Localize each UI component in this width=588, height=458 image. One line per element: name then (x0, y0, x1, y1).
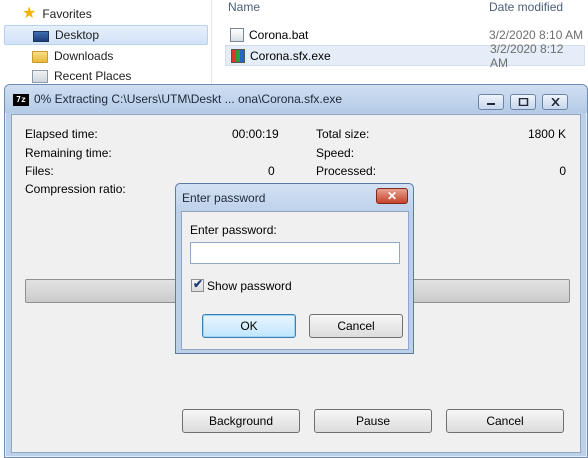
dialog-body: Enter password: ✔ Show password OK Cance… (181, 211, 409, 350)
files-label: Files: (25, 164, 54, 178)
checkmark-icon: ✔ (193, 277, 204, 291)
downloads-folder-icon (32, 51, 48, 63)
nav-item-favorites[interactable]: ★ Favorites (0, 4, 210, 24)
close-icon (551, 98, 560, 106)
column-header-name[interactable]: Name (228, 0, 260, 18)
nav-item-label: Favorites (42, 7, 92, 21)
close-icon: ✕ (387, 189, 398, 203)
nav-item-label: Desktop (55, 28, 100, 42)
seven-zip-icon: 7z (13, 94, 29, 106)
nav-item-label: Recent Places (54, 69, 132, 83)
show-password-checkbox[interactable]: ✔ (191, 277, 204, 292)
enter-password-dialog: Enter password ✕ Enter password: ✔ Show … (175, 183, 414, 354)
password-label: Enter password: (190, 223, 277, 237)
dialog-title-bar[interactable]: Enter password ✕ (176, 184, 413, 210)
title-bar[interactable]: 7z 0% Extracting C:\Users\UTM\Deskt ... … (5, 85, 587, 113)
password-input[interactable] (190, 242, 400, 264)
nav-item-recent-places[interactable]: Recent Places (0, 66, 210, 86)
desktop-icon (33, 30, 49, 42)
nav-item-desktop[interactable]: Desktop (4, 25, 208, 45)
minimize-icon (487, 103, 495, 105)
show-password-label[interactable]: Show password (207, 279, 292, 293)
total-size-value: 1800 K (527, 127, 566, 141)
compression-ratio-label: Compression ratio: (25, 182, 126, 196)
cancel-button[interactable]: Cancel (446, 409, 564, 433)
maximize-icon (518, 98, 529, 106)
explorer-window: ★ Favorites Desktop Downloads Recent Pla… (0, 0, 588, 90)
dialog-title: Enter password (182, 191, 266, 205)
nav-item-downloads[interactable]: Downloads (0, 46, 210, 66)
file-list: Name Date modified Corona.bat 3/2/2020 8… (213, 0, 588, 90)
navigation-pane: ★ Favorites Desktop Downloads Recent Pla… (0, 0, 212, 90)
pause-button[interactable]: Pause (314, 409, 432, 433)
nav-item-label: Downloads (54, 49, 114, 63)
file-name: Corona.bat (249, 27, 309, 42)
file-name: Corona.sfx.exe (250, 48, 331, 63)
minimize-button[interactable] (478, 94, 504, 110)
speed-label: Speed: (316, 146, 355, 160)
dialog-close-button[interactable]: ✕ (376, 188, 408, 204)
total-size-label: Total size: (316, 127, 370, 141)
close-button[interactable] (542, 94, 568, 110)
window-title: 0% Extracting C:\Users\UTM\Deskt ... ona… (34, 92, 343, 106)
processed-label: Processed: (316, 164, 377, 178)
file-date: 3/2/2020 8:12 AM (490, 41, 564, 70)
star-icon: ★ (22, 5, 37, 22)
maximize-button[interactable] (510, 94, 536, 110)
exe-file-icon (231, 48, 245, 63)
column-header-date[interactable]: Date modified (489, 0, 563, 18)
password-cancel-button[interactable]: Cancel (309, 314, 403, 338)
remaining-time-label: Remaining time: (25, 146, 112, 160)
elapsed-time-value: 00:00:19 (232, 127, 279, 141)
file-row-corona-sfx-exe[interactable]: Corona.sfx.exe 3/2/2020 8:12 AM (225, 42, 585, 70)
recent-places-icon (32, 69, 48, 83)
background-button[interactable]: Background (182, 409, 300, 433)
batch-file-icon (230, 27, 244, 42)
elapsed-time-label: Elapsed time: (25, 127, 98, 141)
processed-value: 0 (559, 164, 566, 178)
file-date: 3/2/2020 8:10 AM (489, 27, 584, 42)
ok-button[interactable]: OK (202, 314, 296, 338)
files-value: 0 (268, 164, 275, 178)
